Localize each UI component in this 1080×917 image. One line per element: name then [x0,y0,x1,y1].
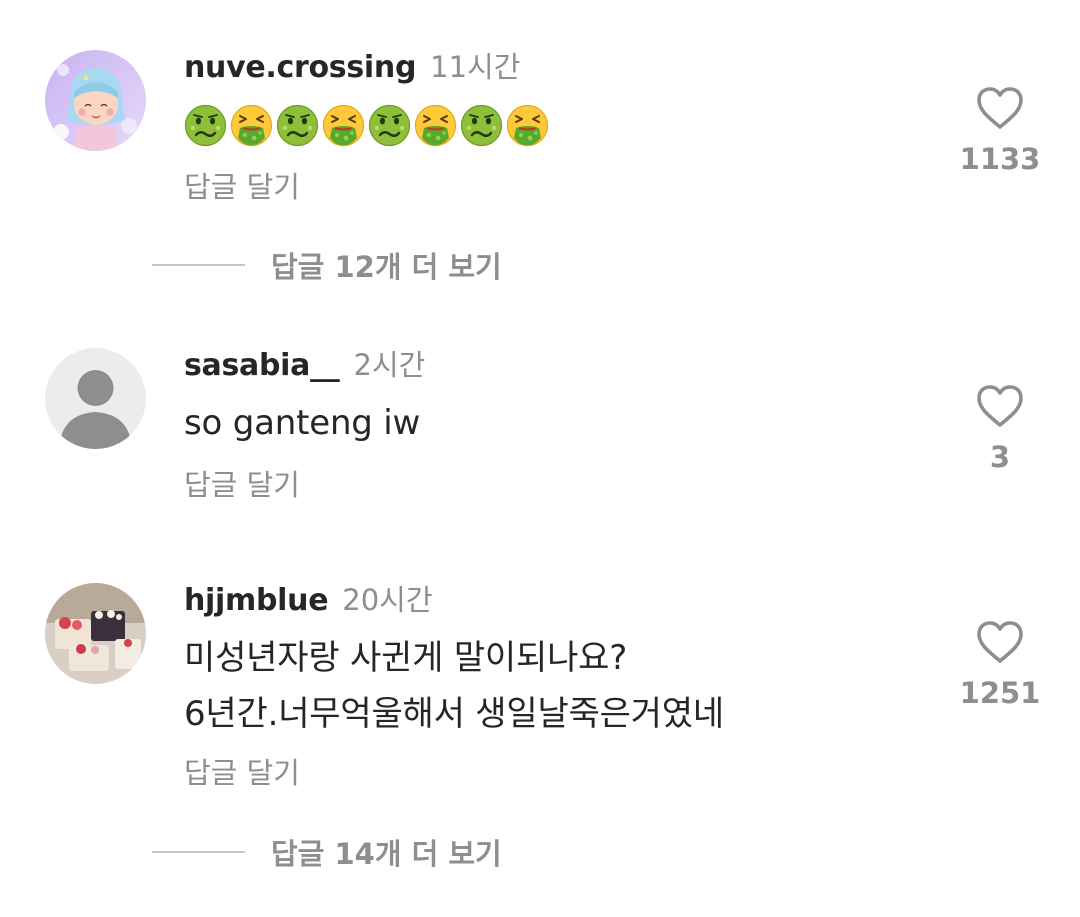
nauseated-face-icon [460,104,503,147]
heart-outline-icon[interactable] [976,620,1024,664]
username[interactable]: hjjmblue [184,583,329,618]
like-count: 3 [989,440,1011,474]
comment-text-line: 6년간.너무억울해서 생일날죽은거였네 [184,694,724,734]
heart-outline-icon[interactable] [976,86,1024,130]
nauseated-face-icon [368,104,411,147]
comment-time: 11시간 [430,50,521,84]
default-user-icon [45,348,146,449]
like-count: 1251 [959,676,1041,710]
comment-header: sasabia__ 2시간 [184,342,425,384]
vomiting-face-icon [322,104,365,147]
comment-text: 미성년자랑 사귄게 말이되나요? 6년간.너무억울해서 생일날죽은거였네 [184,630,724,742]
view-more-label: 답글 12개 더 보기 [271,250,502,284]
avatar[interactable] [45,348,146,449]
comment-time: 2시간 [353,348,426,382]
divider-line [152,851,245,853]
username[interactable]: sasabia__ [184,348,340,383]
avatar[interactable] [45,50,146,151]
comment-time: 20시간 [342,583,433,617]
view-more-label: 답글 14개 더 보기 [271,837,502,871]
like-control: 1133 [940,86,1060,176]
heart-outline-icon[interactable] [976,384,1024,428]
comment-header: hjjmblue 20시간 [184,577,433,619]
comment-text [184,104,549,147]
view-more-replies-button[interactable]: 답글 14개 더 보기 [152,831,502,873]
view-more-replies-button[interactable]: 답글 12개 더 보기 [152,244,502,286]
nauseated-face-icon [276,104,319,147]
divider-line [152,264,245,266]
like-control: 1251 [940,620,1060,710]
reply-button[interactable]: 답글 달기 [184,462,300,504]
comment-text: so ganteng iw [184,403,421,443]
avatar[interactable] [45,583,146,684]
vomiting-face-icon [414,104,457,147]
like-count: 1133 [959,142,1041,176]
reply-button[interactable]: 답글 달기 [184,164,300,206]
vomiting-face-icon [230,104,273,147]
nauseated-face-icon [184,104,227,147]
comment-header: nuve.crossing 11시간 [184,44,520,86]
comment-text-line: 미성년자랑 사귄게 말이되나요? [184,638,628,678]
username[interactable]: nuve.crossing [184,50,416,85]
like-control: 3 [940,384,1060,474]
reply-button[interactable]: 답글 달기 [184,750,300,792]
vomiting-face-icon [506,104,549,147]
